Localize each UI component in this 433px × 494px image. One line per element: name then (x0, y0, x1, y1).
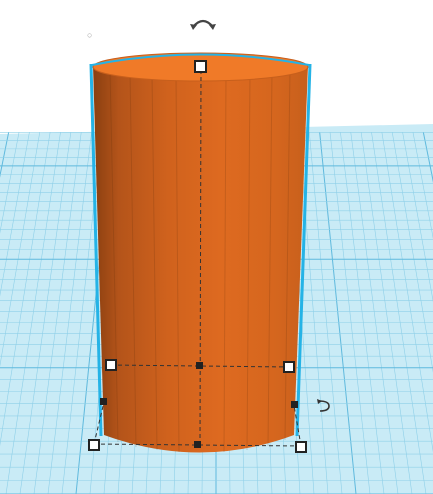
center-handle[interactable] (196, 362, 203, 369)
edge-handle-left[interactable] (100, 398, 107, 405)
edge-handle-right[interactable] (291, 401, 298, 408)
corner-handle-bottom-left[interactable] (88, 439, 100, 451)
corner-handle-bottom-right[interactable] (295, 441, 307, 453)
workplane-canvas[interactable] (0, 0, 433, 494)
rotate-arrow-icon[interactable] (190, 19, 216, 30)
corner-handle-mid-right[interactable] (283, 361, 295, 373)
edge-handle-bottom[interactable] (194, 441, 201, 448)
corner-handle-mid-left[interactable] (105, 359, 117, 371)
corner-glyph: ○ (87, 30, 93, 40)
height-handle[interactable] (194, 60, 207, 73)
